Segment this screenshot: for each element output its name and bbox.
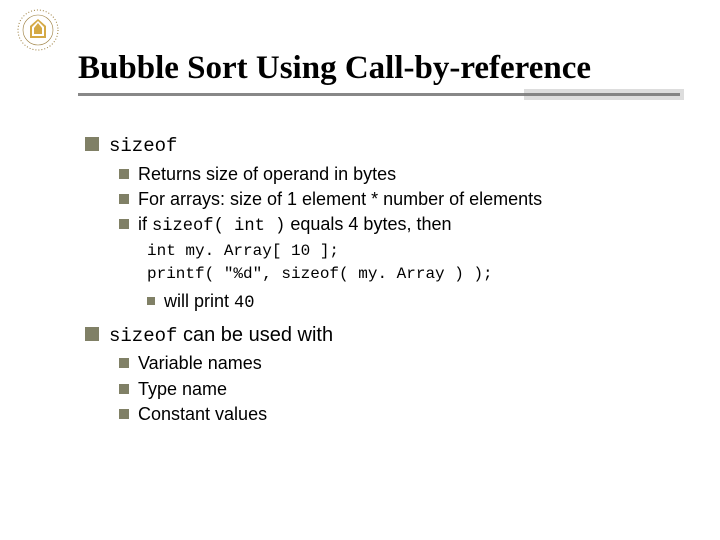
bullet-square-icon [85,327,99,341]
title-underline [78,93,680,96]
bullet-square-icon [119,384,129,394]
bullet-square-icon [147,297,155,305]
bullet-square-icon [119,409,129,419]
bullet-level2: Constant values [119,402,670,426]
bullet-text: if sizeof( int ) equals 4 bytes, then [138,212,452,238]
slide-body: sizeof Returns size of operand in bytes … [85,132,670,427]
bullet-level1: sizeof can be used with [85,322,670,350]
bullet-level2: Variable names [119,351,670,375]
bullet-text: Returns size of operand in bytes [138,162,396,186]
slide-logo [16,8,60,52]
bullet-square-icon [85,137,99,151]
bullet-square-icon [119,194,129,204]
bullet-level3: will print 40 [147,289,670,315]
bullet-level2: Type name [119,377,670,401]
code-block: int my. Array[ 10 ]; printf( "%d", sizeo… [147,240,670,286]
bullet-text: Type name [138,377,227,401]
bullet-text: can be used with [177,324,333,346]
code-keyword: sizeof [109,325,177,347]
code-inline: sizeof( int ) [152,217,285,236]
bullet-level2: if sizeof( int ) equals 4 bytes, then [119,212,670,238]
bullet-level1: sizeof [85,132,670,160]
code-inline: 40 [234,294,255,313]
bullet-level2: For arrays: size of 1 element * number o… [119,187,670,211]
code-line: int my. Array[ 10 ]; [147,240,670,263]
bullet-square-icon [119,169,129,179]
bullet-level2: Returns size of operand in bytes [119,162,670,186]
code-line: printf( "%d", sizeof( my. Array ) ); [147,263,670,286]
slide-title: Bubble Sort Using Call-by-reference [78,50,680,87]
bullet-square-icon [119,358,129,368]
bullet-text: Constant values [138,402,267,426]
code-keyword: sizeof [109,135,177,157]
bullet-text: will print 40 [164,289,255,315]
bullet-text: Variable names [138,351,262,375]
bullet-text: For arrays: size of 1 element * number o… [138,187,542,211]
bullet-square-icon [119,219,129,229]
